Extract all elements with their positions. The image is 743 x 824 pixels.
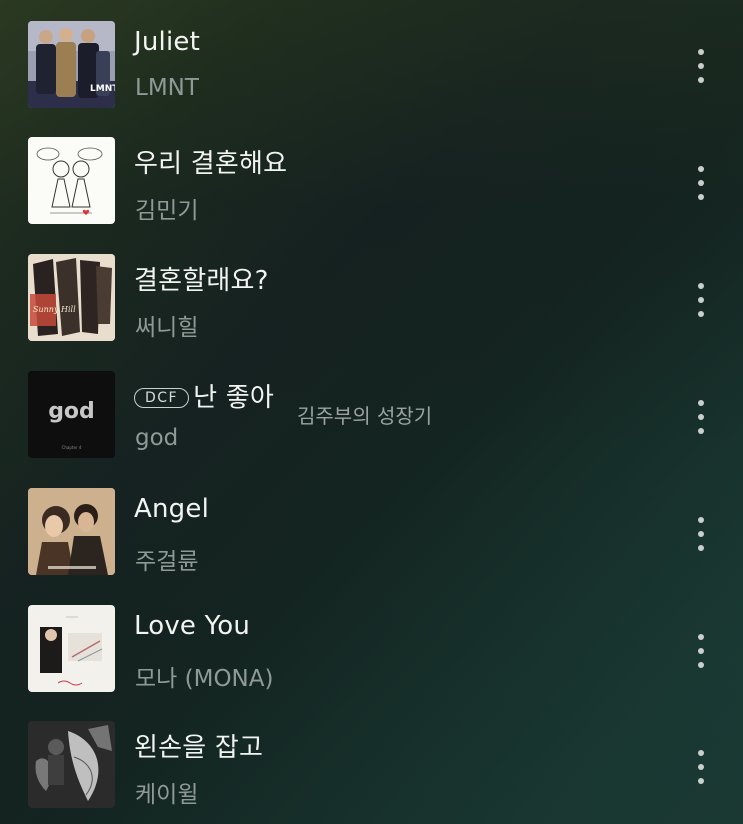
track-title: 왼손을 잡고 [134, 733, 264, 763]
track-row[interactable]: Love You 모나 (MONA) [0, 589, 743, 705]
album-logo-sunny: Sunny Hill [33, 305, 76, 314]
track-artist: 써니힐 [135, 315, 199, 341]
album-art [28, 721, 115, 808]
album-art: god Chapter 4 [28, 371, 115, 458]
more-vertical-icon[interactable] [690, 631, 712, 671]
track-artist: god [135, 425, 179, 451]
album-art [28, 488, 115, 575]
track-title: 결혼할래요? [134, 266, 269, 296]
album-art [28, 605, 115, 692]
track-row[interactable]: 왼손을 잡고 케이윌 [0, 705, 743, 821]
track-title: 우리 결혼해요 [134, 149, 288, 179]
more-vertical-icon[interactable] [690, 397, 712, 437]
track-row[interactable]: LMNT Juliet LMNT [0, 4, 743, 120]
track-row[interactable]: Sunny Hill 결혼할래요? 써니힐 [0, 238, 743, 354]
track-row[interactable]: Angel 주걸륜 [0, 472, 743, 588]
more-vertical-icon[interactable] [690, 46, 712, 86]
track-artist: 모나 (MONA) [135, 666, 274, 692]
track-title-text: 난 좋아 [193, 383, 274, 413]
track-artist: 케이윌 [135, 782, 199, 808]
track-artist: 김민기 [135, 198, 199, 224]
album-art: LMNT [28, 21, 115, 108]
track-artist: 주걸륜 [135, 549, 199, 575]
track-note: 김주부의 성장기 [297, 404, 433, 428]
album-art: Sunny Hill [28, 254, 115, 341]
more-vertical-icon[interactable] [690, 514, 712, 554]
dcf-badge: DCF [134, 388, 190, 408]
more-vertical-icon[interactable] [690, 163, 712, 203]
track-title: Angel [134, 494, 209, 524]
album-subtitle-god: Chapter 4 [62, 445, 82, 450]
track-row[interactable]: 우리 결혼해요 김민기 [0, 121, 743, 237]
track-artist: LMNT [135, 75, 199, 101]
more-vertical-icon[interactable] [690, 280, 712, 320]
track-title: DCF 난 좋아 [134, 377, 274, 414]
more-vertical-icon[interactable] [690, 747, 712, 787]
album-art [28, 137, 115, 224]
album-logo-lmnt: LMNT [90, 84, 115, 94]
track-title: Juliet [134, 27, 200, 57]
track-title: Love You [134, 611, 250, 641]
album-logo-god: god [48, 399, 95, 424]
